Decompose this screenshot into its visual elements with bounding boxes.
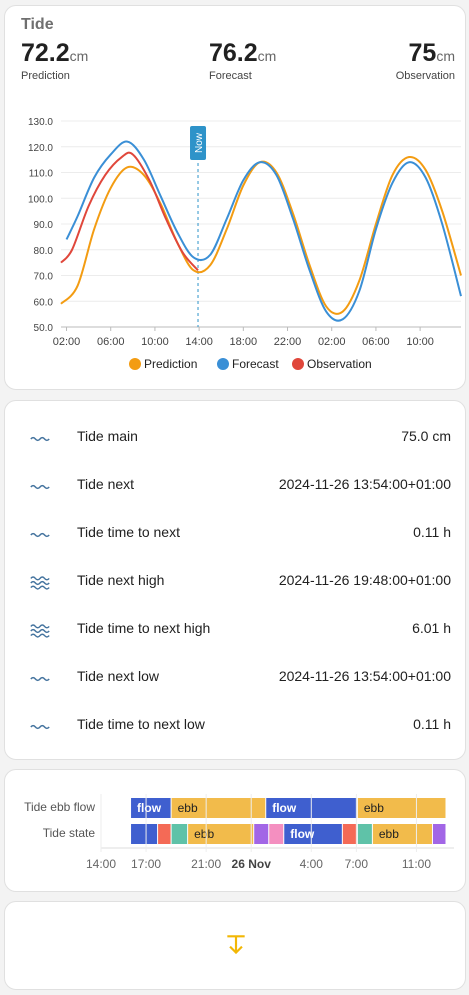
sensor-name: Tide time to next high	[77, 620, 211, 636]
tide-timeline-chart[interactable]: Tide ebb flow flow ebb flow ebb Tide state ebb…	[5, 770, 467, 893]
sensor-row[interactable]: Tide next high 2024-11-26 19:48:00+01:00	[5, 565, 467, 595]
y-tick-label: 70.0	[34, 272, 54, 283]
y-tick-label: 100.0	[28, 194, 53, 205]
prediction-unit: cm	[69, 48, 89, 64]
y-tick-label: 50.0	[34, 323, 54, 334]
card-title: Tide	[21, 16, 54, 33]
legend-label[interactable]: Prediction	[144, 357, 197, 371]
x-tick-label: 10:00	[141, 336, 169, 348]
waves-icon	[29, 476, 51, 503]
waves-icon	[29, 716, 51, 743]
legend-label[interactable]: Forecast	[232, 357, 279, 371]
timeline-segment-label: flow	[272, 801, 297, 815]
timeline-segment-label: ebb	[364, 801, 384, 815]
x-tick-label: 22:00	[274, 336, 302, 348]
timeline-row-label: Tide state	[43, 826, 96, 840]
y-tick-label: 120.0	[28, 143, 53, 154]
timeline-segment[interactable]	[171, 824, 188, 844]
sensor-list-card: Tide main 75.0 cm Tide next 2024-11-26 13:5…	[4, 400, 466, 760]
tide-line-chart[interactable]: 130.0 120.0 110.0 100.0 90.0 80.0 70.0 60.0 50.0…	[5, 106, 467, 381]
waves-high-icon	[29, 572, 51, 599]
y-tick-label: 60.0	[34, 297, 54, 308]
timeline-tick-label: 7:00	[345, 857, 369, 871]
timeline-segment[interactable]	[158, 824, 171, 844]
sensor-row[interactable]: Tide time to next high 6.01 h	[5, 613, 467, 643]
timeline-segment-label: ebb	[379, 827, 399, 841]
timeline-segment[interactable]	[432, 824, 446, 844]
y-tick-label: 110.0	[29, 169, 54, 180]
legend-swatch	[217, 358, 229, 370]
timeline-tick-label: 14:00	[86, 857, 116, 871]
sensor-value: 0.11 h	[413, 716, 451, 732]
footer-card	[4, 901, 466, 990]
sensor-value: 6.01 h	[412, 620, 451, 636]
forecast-stat[interactable]: 76.2cm Forecast	[209, 39, 276, 82]
x-tick-label: 18:00	[230, 336, 258, 348]
x-tick-label: 02:00	[53, 336, 81, 348]
x-tick-label: 14:00	[185, 336, 213, 348]
legend-swatch	[292, 358, 304, 370]
sensor-row[interactable]: Tide next 2024-11-26 13:54:00+01:00	[5, 469, 467, 499]
sensor-row[interactable]: Tide time to next 0.11 h	[5, 517, 467, 547]
timeline-segment-label: ebb	[194, 827, 214, 841]
observation-stat[interactable]: 75cm Observation	[396, 39, 455, 82]
prediction-value: 72.2	[21, 39, 70, 67]
forecast-label: Forecast	[209, 70, 252, 82]
observation-value: 75	[408, 39, 437, 67]
sensor-row[interactable]: Tide time to next low 0.11 h	[5, 709, 467, 739]
sensor-name: Tide next high	[77, 572, 165, 588]
sensor-name: Tide next low	[77, 668, 159, 684]
x-tick-label: 06:00	[362, 336, 390, 348]
series-line-prediction[interactable]	[60, 155, 462, 315]
timeline-segment[interactable]	[357, 824, 372, 844]
y-tick-label: 80.0	[34, 246, 54, 257]
prediction-stat[interactable]: 72.2cm Prediction	[21, 39, 88, 82]
timeline-tick-label: 4:00	[300, 857, 324, 871]
y-tick-label: 130.0	[28, 117, 53, 128]
waves-icon	[29, 524, 51, 551]
waves-high-icon	[29, 620, 51, 647]
sensor-value: 75.0 cm	[401, 428, 451, 444]
timeline-segment[interactable]	[342, 824, 357, 844]
legend-swatch	[129, 358, 141, 370]
timeline-segment-label: ebb	[178, 801, 198, 815]
waves-icon	[29, 428, 51, 455]
timeline-tick-label: 26 Nov	[232, 857, 272, 871]
sensor-row[interactable]: Tide main 75.0 cm	[5, 421, 467, 451]
prediction-label: Prediction	[21, 70, 70, 82]
sensor-value: 0.11 h	[413, 524, 451, 540]
sensor-value: 2024-11-26 13:54:00+01:00	[278, 476, 451, 492]
y-tick-label: 90.0	[34, 220, 54, 231]
timeline-tick-label: 17:00	[131, 857, 161, 871]
timeline-segment[interactable]	[131, 824, 158, 844]
timeline-row-label: Tide ebb flow	[24, 800, 95, 814]
waves-icon	[29, 668, 51, 695]
x-tick-label: 02:00	[318, 336, 346, 348]
sensor-name: Tide time to next low	[77, 716, 205, 732]
sensor-name: Tide main	[77, 428, 138, 444]
timeline-tick-label: 21:00	[191, 857, 221, 871]
timeline-card: Tide ebb flow flow ebb flow ebb Tide state ebb…	[4, 769, 466, 892]
timeline-segment[interactable]	[269, 824, 284, 844]
observation-unit: cm	[436, 48, 455, 64]
forecast-unit: cm	[257, 48, 277, 64]
sensor-value: 2024-11-26 13:54:00+01:00	[278, 668, 451, 684]
tide-graph-card: Tide 72.2cm Prediction 76.2cm Forecast 7…	[4, 5, 466, 390]
sensor-row[interactable]: Tide next low 2024-11-26 13:54:00+01:00	[5, 661, 467, 691]
timeline-segment[interactable]	[254, 824, 269, 844]
x-tick-label: 10:00	[406, 336, 434, 348]
x-tick-label: 06:00	[97, 336, 125, 348]
observation-label: Observation	[395, 70, 455, 82]
timeline-segment-label: flow	[137, 801, 162, 815]
arrow-collapse-down-icon[interactable]	[223, 932, 249, 958]
sensor-name: Tide next	[77, 476, 135, 492]
sensor-name: Tide time to next	[77, 524, 180, 540]
forecast-value: 76.2	[209, 39, 258, 67]
legend-label[interactable]: Observation	[307, 357, 372, 371]
timeline-tick-label: 11:00	[402, 857, 431, 871]
now-label: Now	[194, 132, 205, 153]
series-line-observation[interactable]	[60, 151, 199, 272]
sensor-value: 2024-11-26 19:48:00+01:00	[278, 572, 451, 588]
